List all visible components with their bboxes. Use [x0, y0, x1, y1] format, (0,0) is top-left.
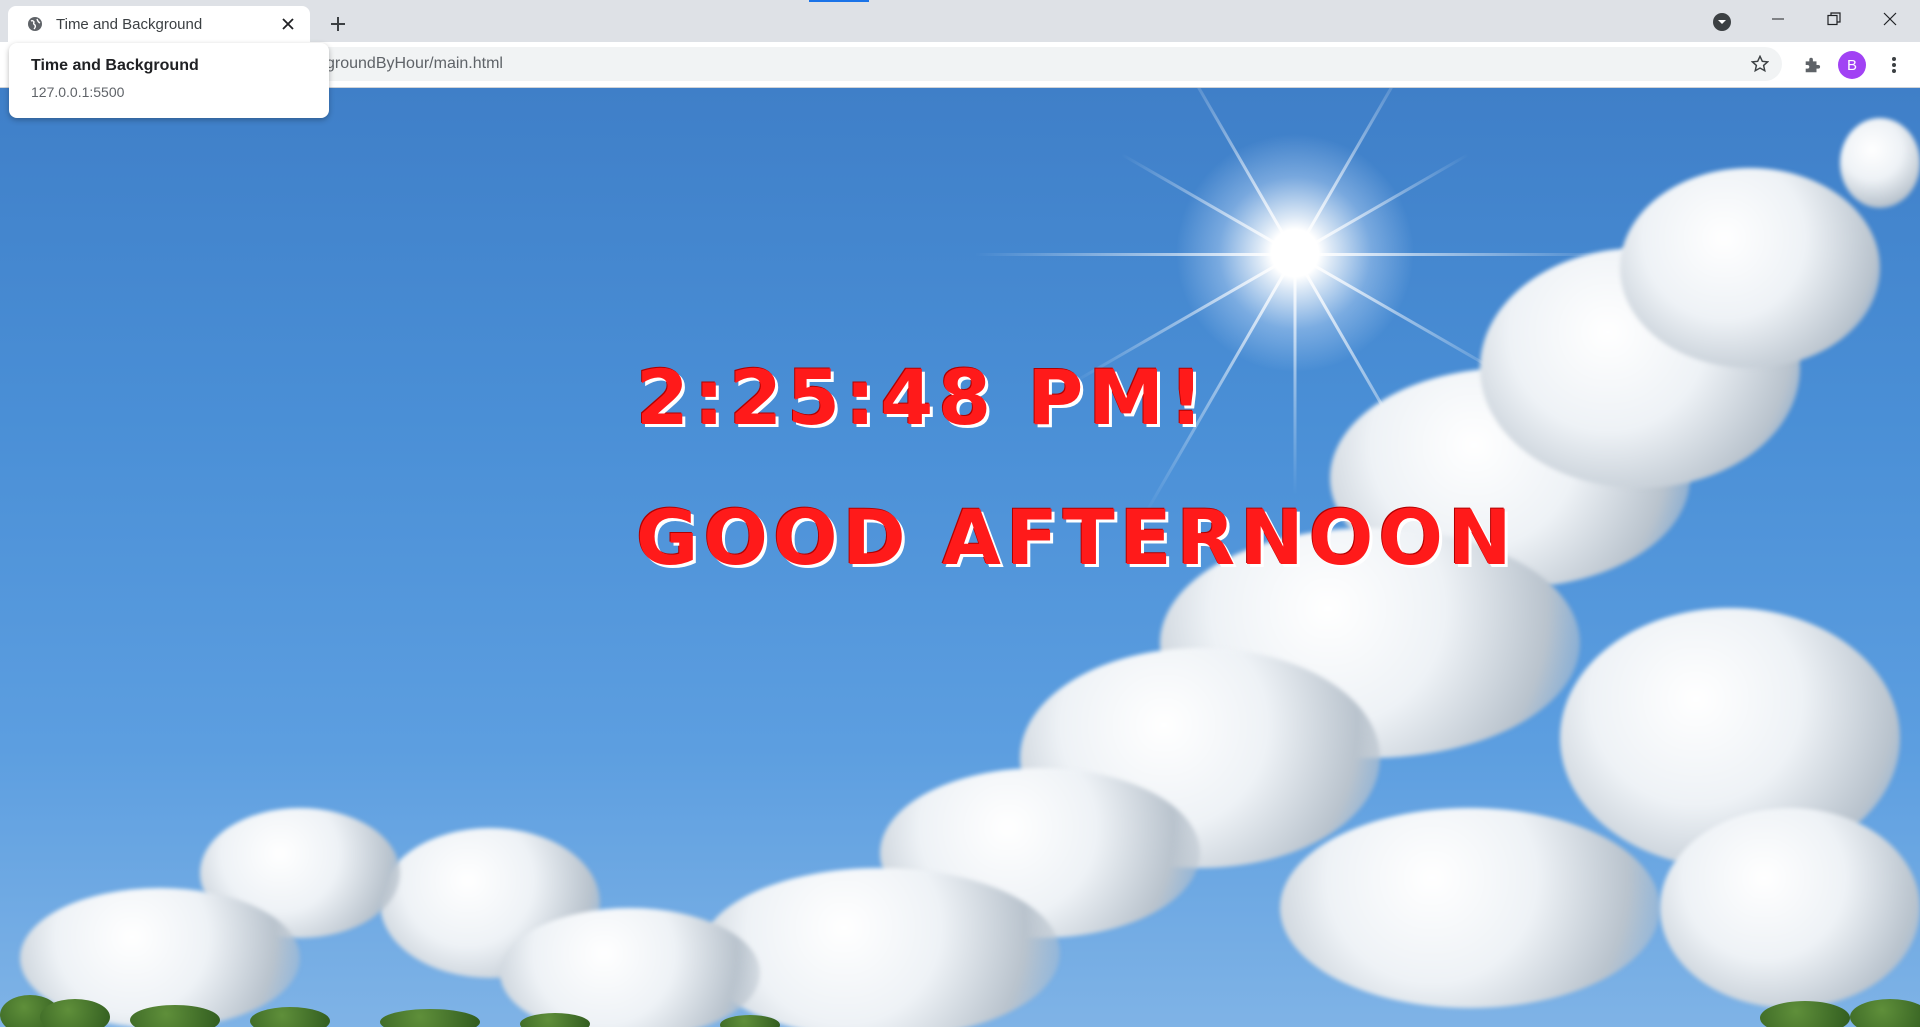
- cloud: [1280, 808, 1660, 1008]
- address-url[interactable]: kgroundByHour/main.html: [318, 55, 503, 73]
- restore-icon[interactable]: [1806, 0, 1862, 38]
- page-content: 2:25:48 PM! GOOD AFTERNOON: [0, 88, 1920, 1027]
- plus-icon[interactable]: [324, 10, 352, 38]
- close-icon[interactable]: [276, 12, 300, 36]
- puzzle-icon[interactable]: [1798, 51, 1826, 79]
- time-display: 2:25:48 PM!: [636, 353, 1209, 442]
- browser-window: Time and Background kgroundByHour/main.h…: [0, 0, 1920, 1027]
- cloud: [1840, 118, 1920, 208]
- cloud: [1620, 168, 1880, 368]
- tree: [720, 1015, 780, 1027]
- tree: [1850, 999, 1920, 1027]
- minimize-icon[interactable]: [1750, 0, 1806, 38]
- greeting-text: GOOD AFTERNOON: [636, 493, 1517, 582]
- loading-accent: [809, 0, 869, 2]
- sun-ray: [1293, 254, 1297, 495]
- tab-search-icon[interactable]: [1710, 10, 1734, 34]
- globe-icon: [26, 15, 44, 33]
- tab-hover-card: Time and Background 127.0.0.1:5500: [9, 43, 329, 118]
- profile-avatar[interactable]: B: [1838, 51, 1866, 79]
- sun-ray: [975, 253, 1295, 256]
- tree: [40, 999, 110, 1027]
- address-bar[interactable]: kgroundByHour/main.html: [170, 47, 1782, 81]
- tree: [130, 1005, 220, 1027]
- tree: [1760, 1001, 1850, 1027]
- tab-strip: Time and Background: [0, 0, 1920, 42]
- hover-card-url: 127.0.0.1:5500: [31, 84, 125, 100]
- tab-title: Time and Background: [56, 15, 203, 33]
- more-vert-icon[interactable]: [1880, 51, 1908, 79]
- tab-active[interactable]: Time and Background: [8, 6, 310, 42]
- tree: [250, 1007, 330, 1027]
- tree: [520, 1013, 590, 1027]
- tree-line: [0, 991, 1920, 1027]
- close-window-icon[interactable]: [1862, 0, 1918, 38]
- tree: [380, 1009, 480, 1027]
- star-icon[interactable]: [1748, 52, 1772, 76]
- sun-ray: [1295, 253, 1615, 256]
- hover-card-title: Time and Background: [31, 57, 199, 74]
- cloud: [1660, 808, 1920, 1008]
